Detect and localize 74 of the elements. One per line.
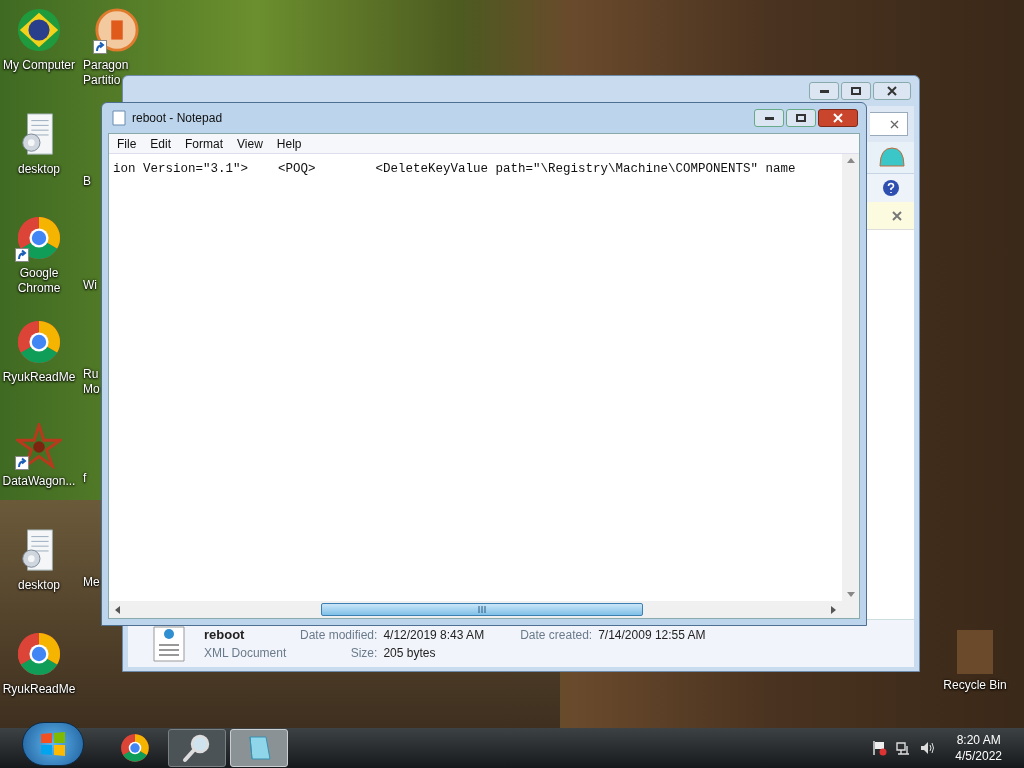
icon-label[interactable]: Paragon [83,58,129,73]
icon-label[interactable]: Google Chrome [0,266,78,296]
desktop-icon[interactable] [15,214,63,262]
icon-label[interactable]: B [83,174,91,189]
notepad-icon [112,110,126,126]
menu-item[interactable]: View [231,134,269,153]
icon-label[interactable]: Partitio [83,73,121,88]
menu-item[interactable]: File [111,134,143,153]
file-type: XML Document [204,644,288,662]
icon-label[interactable]: desktop [18,578,60,593]
up-arrow-icon[interactable] [846,158,855,163]
close-button[interactable] [873,82,911,100]
field-label: Size: [349,644,378,662]
help-icon[interactable] [882,179,900,197]
field-value: 4/12/2019 8:43 AM [383,626,486,644]
icon-label[interactable]: RyukReadMe [2,370,76,385]
close-icon[interactable] [892,210,902,221]
minimize-button[interactable] [754,109,784,127]
clock-date[interactable]: 4/5/2022 [955,748,1002,764]
shortcut-arrow-icon [93,40,107,54]
vertical-scrollbar[interactable] [842,154,859,601]
document-text: ion Version="3.1"> <POQ> <DeleteKeyValue path="\Registry\Machine\COMPONENTS" name [113,162,796,176]
icon-label[interactable]: Wi [83,278,97,293]
menu-item[interactable]: Format [179,134,230,153]
clear-icon [890,119,899,129]
windows-logo-icon [39,731,67,757]
close-icon [833,113,843,123]
grip-icon [478,606,486,613]
menu-item[interactable]: Edit [144,134,178,153]
text-area[interactable]: ion Version="3.1"> <POQ> <DeleteKeyValue path="\Registry\Machine\COMPONENTS" name [109,154,842,601]
browser-logo-icon [120,733,150,763]
close-button[interactable] [818,109,858,127]
minimize-button[interactable] [809,82,839,100]
field-value: 7/14/2009 12:55 AM [598,626,706,644]
icon-label[interactable]: RyukReadMe [2,682,76,697]
icon-label[interactable]: Me [83,575,100,590]
down-arrow-icon[interactable] [846,592,855,597]
browser-logo-icon [16,631,62,677]
maximize-button[interactable] [841,82,871,100]
shortcut-arrow-icon [15,248,29,262]
right-arrow-icon[interactable] [828,603,838,616]
speaker-icon[interactable] [919,740,936,756]
desktop-icon[interactable] [15,630,63,678]
icon-label[interactable]: Recycle Bin [943,678,1007,693]
maximize-button[interactable] [786,109,816,127]
shortcut-arrow-icon [15,456,29,470]
icon-label[interactable]: f [83,471,87,486]
icon-label[interactable]: Ru [83,367,99,382]
menu-item[interactable]: Help [270,134,308,153]
clock-time[interactable]: 8:20 AM [956,732,1001,748]
icon-label[interactable]: desktop [18,162,60,177]
file-name: reboot [204,625,246,644]
close-icon [887,86,897,96]
field-label: Date modified: [300,626,378,644]
browser-logo-icon [16,319,62,365]
icon-label[interactable]: DataWagon... [2,474,76,489]
desktop-icon[interactable] [15,422,63,470]
icon-label[interactable]: My Computer [3,58,75,73]
field-value: 205 bytes [383,644,437,662]
icon-label[interactable]: Mo [83,382,100,397]
search-field[interactable] [870,112,908,136]
scroll-thumb[interactable] [321,603,643,616]
window-title: reboot - Notepad [132,110,223,127]
left-arrow-icon[interactable] [113,603,123,616]
flag-icon[interactable] [871,740,888,756]
taskbar-button[interactable] [168,729,226,767]
xml-document-icon [152,624,186,663]
start-button[interactable] [22,722,84,766]
star-icon [16,423,62,469]
recycle-bin-picture [957,630,993,674]
browser-logo-icon [16,215,62,261]
network-icon[interactable] [895,740,912,756]
field-label: Date created: [520,626,593,644]
desktop-icon[interactable] [15,318,63,366]
